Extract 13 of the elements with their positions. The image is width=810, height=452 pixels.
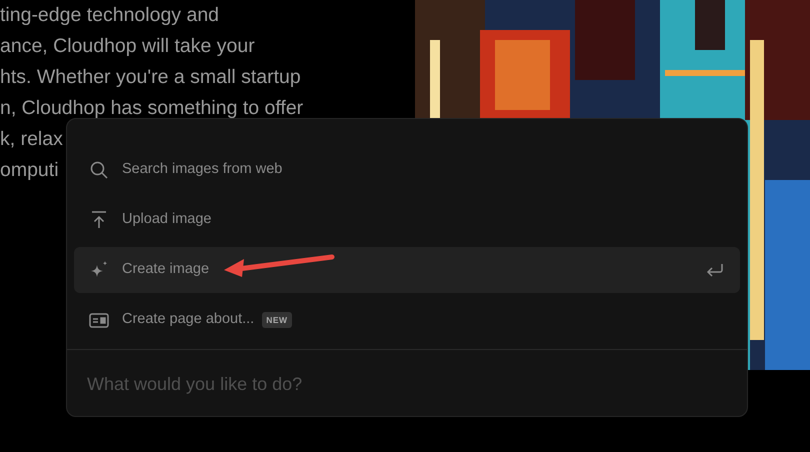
search-icon	[88, 159, 110, 181]
new-badge: NEW	[262, 312, 292, 328]
paragraph-line: k, relax	[0, 128, 63, 150]
menu-item[interactable]: Upload image	[74, 195, 740, 245]
prompt-input[interactable]: What would you like to do?	[67, 350, 747, 418]
menu-item[interactable]: Create image	[74, 247, 740, 293]
menu-item[interactable]: Create page about... NEW	[74, 295, 740, 345]
paragraph-line: ance, Cloudhop will take your	[0, 35, 255, 57]
paragraph-line: ting-edge technology and	[0, 4, 220, 26]
paragraph-line: hts. Whether you're a small startup	[0, 66, 301, 88]
paragraph-line: n, Cloudhop has something to offer	[0, 97, 304, 119]
paragraph-line: omputi	[0, 159, 59, 181]
menu-item[interactable]: Search images from web	[74, 145, 740, 195]
